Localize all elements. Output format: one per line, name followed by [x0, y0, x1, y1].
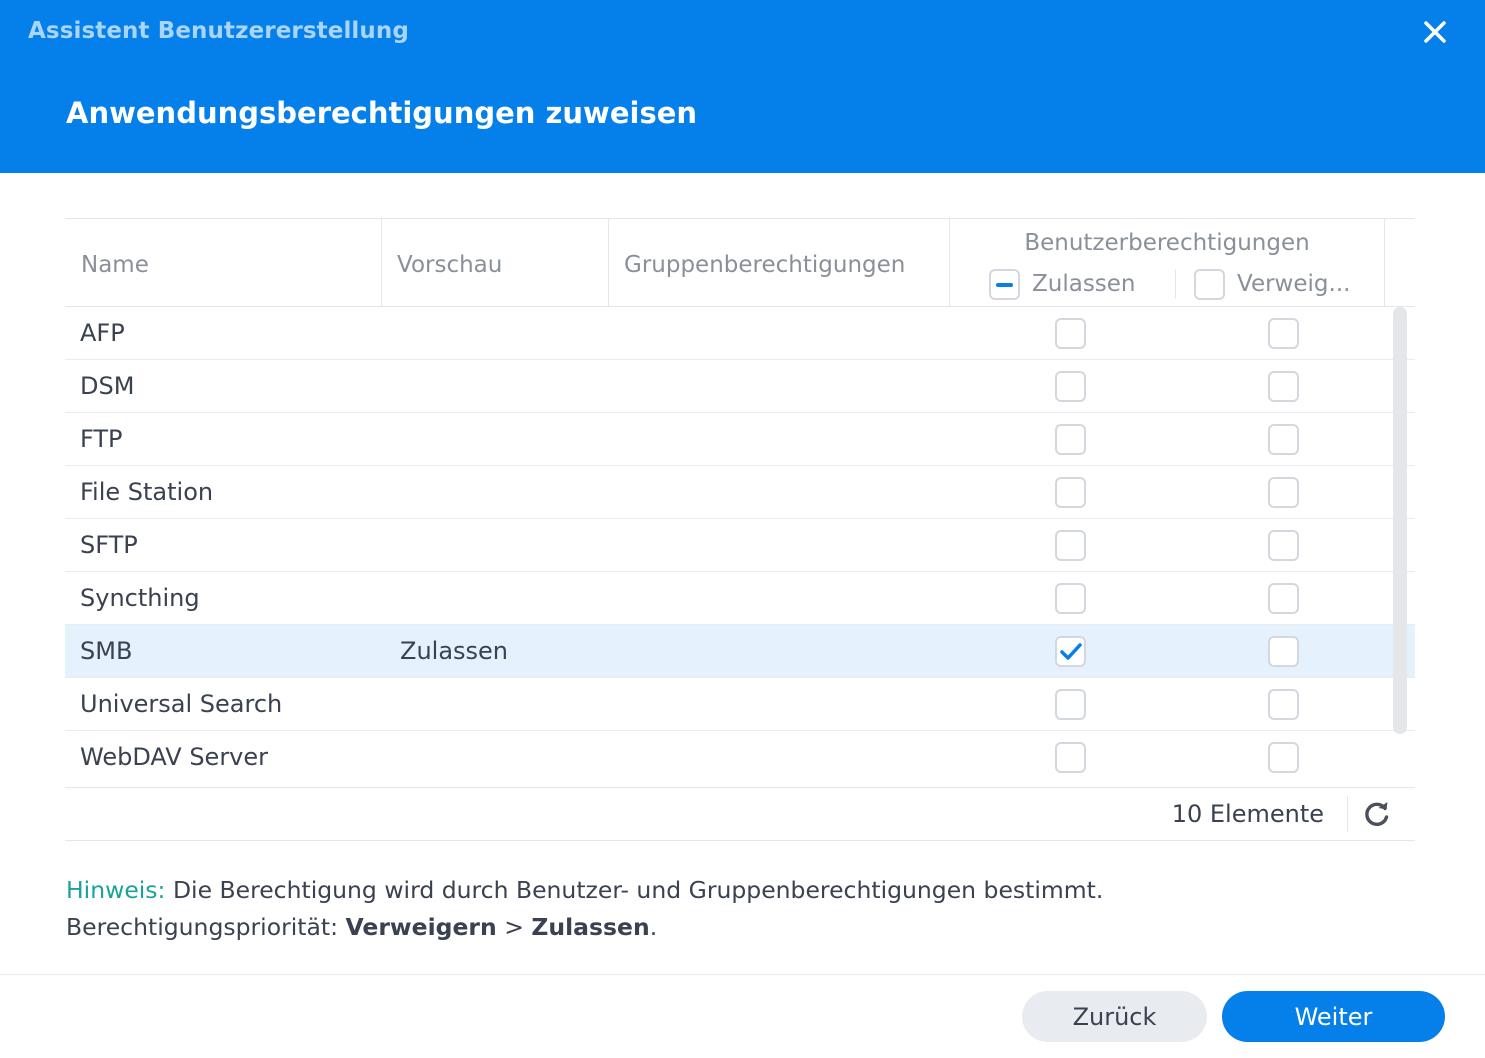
allow-checkbox[interactable]: [1055, 742, 1086, 773]
row-preview: Zulassen: [400, 637, 509, 665]
deny-checkbox[interactable]: [1268, 477, 1299, 508]
allow-checkbox[interactable]: [1055, 636, 1086, 667]
row-name: WebDAV Server: [80, 743, 269, 771]
column-header-group-permissions-label: Gruppenberechtigungen: [624, 252, 906, 278]
column-header-name-label: Name: [81, 252, 149, 278]
hint-text: Die Berechtigung wird durch Benutzer- un…: [165, 876, 1104, 904]
allow-checkbox[interactable]: [1055, 318, 1086, 349]
deny-all-checkbox[interactable]: [1194, 268, 1225, 300]
column-header-name[interactable]: Name: [65, 219, 381, 306]
deny-checkbox[interactable]: [1268, 318, 1299, 349]
table-row[interactable]: Universal Search: [65, 678, 1415, 731]
deny-checkbox[interactable]: [1268, 742, 1299, 773]
item-count: 10 Elemente: [1171, 800, 1324, 828]
deny-checkbox[interactable]: [1268, 689, 1299, 720]
header-allow-label: Zulassen: [1032, 271, 1136, 297]
row-name: AFP: [80, 319, 125, 347]
footer-divider: [1347, 796, 1348, 832]
column-header-user-permissions: Benutzerberechtigungen: [1024, 230, 1310, 256]
table-row[interactable]: Syncthing: [65, 572, 1415, 625]
back-button[interactable]: Zurück: [1022, 991, 1207, 1042]
grid-footer: 10 Elemente: [65, 787, 1415, 840]
row-name: Syncthing: [80, 584, 200, 612]
deny-checkbox[interactable]: [1268, 636, 1299, 667]
column-header-preview-label: Vorschau: [397, 252, 503, 278]
allow-checkbox[interactable]: [1055, 530, 1086, 561]
hint-line-1: Hinweis: Die Berechtigung wird durch Ben…: [66, 872, 1103, 909]
next-button[interactable]: Weiter: [1222, 991, 1445, 1042]
allow-checkbox[interactable]: [1055, 689, 1086, 720]
checkmark-icon: [1060, 643, 1082, 660]
deny-checkbox[interactable]: [1268, 583, 1299, 614]
allow-checkbox[interactable]: [1055, 371, 1086, 402]
table-row-selected[interactable]: SMB Zulassen: [65, 625, 1415, 678]
row-name: SMB: [80, 637, 133, 665]
allow-checkbox[interactable]: [1055, 477, 1086, 508]
dialog-header: Assistent Benutzererstellung Anwendungsb…: [0, 0, 1485, 173]
table-row[interactable]: DSM: [65, 360, 1415, 413]
refresh-icon: [1365, 802, 1389, 827]
priority-label: Berechtigungspriorität:: [66, 913, 346, 941]
table-row[interactable]: File Station: [65, 466, 1415, 519]
grid-rows: AFP DSM FTP File Station SFTP Syncthing …: [65, 307, 1415, 784]
header-deny-label: Verweig...: [1237, 271, 1351, 297]
row-name: File Station: [80, 478, 214, 506]
table-row[interactable]: SFTP: [65, 519, 1415, 572]
column-header-group-permissions[interactable]: Gruppenberechtigungen: [608, 219, 949, 306]
header-allow-all[interactable]: Zulassen: [989, 267, 1136, 301]
refresh-button[interactable]: [1363, 800, 1391, 828]
header-deny-all[interactable]: Verweig...: [1194, 267, 1350, 301]
hint-line-2: Berechtigungspriorität: Verweigern > Zul…: [66, 909, 1103, 946]
close-icon: [1424, 21, 1446, 43]
table-row[interactable]: FTP: [65, 413, 1415, 466]
footer-divider: [0, 974, 1485, 975]
window-title: Assistent Benutzererstellung: [28, 18, 409, 44]
step-title: Anwendungsberechtigungen zuweisen: [66, 96, 698, 130]
priority-deny: Verweigern: [345, 913, 497, 941]
priority-allow: Zulassen: [531, 913, 650, 941]
allow-checkbox[interactable]: [1055, 424, 1086, 455]
allow-all-checkbox[interactable]: [989, 268, 1020, 300]
row-name: FTP: [80, 425, 123, 453]
deny-checkbox[interactable]: [1268, 424, 1299, 455]
deny-checkbox[interactable]: [1268, 371, 1299, 402]
close-button[interactable]: [1421, 18, 1449, 46]
vertical-scrollbar[interactable]: [1393, 307, 1407, 734]
user-creation-wizard-dialog: Assistent Benutzererstellung Anwendungsb…: [0, 0, 1485, 1058]
hint-note: Hinweis: Die Berechtigung wird durch Ben…: [66, 872, 1103, 946]
deny-checkbox[interactable]: [1268, 530, 1299, 561]
hint-label: Hinweis:: [66, 876, 166, 904]
row-name: DSM: [80, 372, 135, 400]
row-name: SFTP: [80, 531, 138, 559]
priority-suffix: .: [649, 913, 658, 941]
permissions-grid: Name Vorschau Gruppenberechtigungen Benu…: [65, 218, 1415, 841]
allow-checkbox[interactable]: [1055, 583, 1086, 614]
sub-column-divider: [1175, 269, 1176, 299]
grid-header: Name Vorschau Gruppenberechtigungen Benu…: [65, 219, 1415, 307]
column-divider: [1384, 219, 1385, 306]
column-header-preview[interactable]: Vorschau: [381, 219, 608, 306]
row-name: Universal Search: [80, 690, 283, 718]
priority-separator: >: [496, 913, 532, 941]
table-row[interactable]: WebDAV Server: [65, 731, 1415, 784]
table-row[interactable]: AFP: [65, 307, 1415, 360]
